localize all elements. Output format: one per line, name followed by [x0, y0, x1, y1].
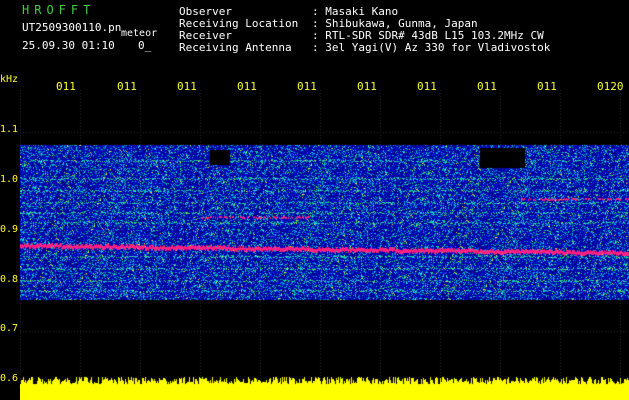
datetime-label: 25.09.30 01:10 — [22, 39, 115, 52]
freq-tick: 0.6 — [0, 373, 19, 384]
freq-tick: 1.1 — [0, 124, 19, 135]
antenna-value: : 3el Yagi(V) Az 330 for Vladivostok — [312, 41, 551, 54]
freq-tick: 0.7 — [0, 323, 19, 334]
app-title: HROFFT — [22, 3, 96, 17]
freq-tick: 1.0 — [0, 174, 19, 185]
freq-tick: 0.9 — [0, 224, 19, 235]
sequence-label: 0_ — [138, 39, 152, 52]
axis-unit: kHz — [0, 74, 19, 85]
file-name: UT2509300110.pn — [22, 21, 122, 34]
freq-tick: 0.8 — [0, 274, 19, 285]
spectrogram — [20, 90, 629, 400]
antenna-label: Receiving Antenna — [179, 41, 292, 54]
